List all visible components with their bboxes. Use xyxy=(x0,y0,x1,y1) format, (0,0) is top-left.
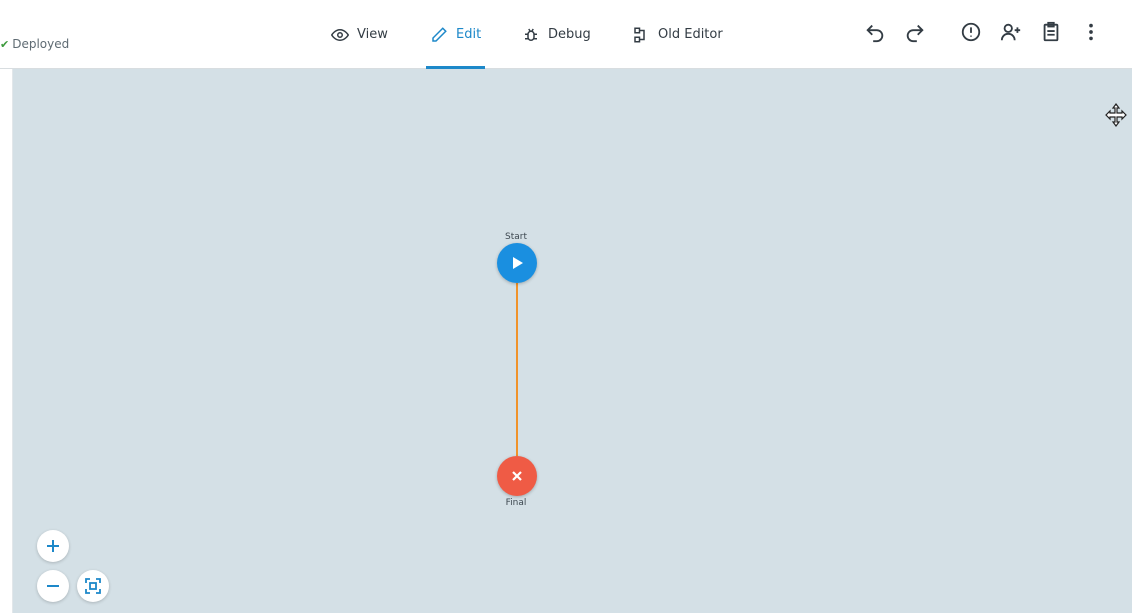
tab-view[interactable]: View xyxy=(331,0,388,69)
tab-label: Edit xyxy=(456,27,482,42)
add-user-button[interactable] xyxy=(998,19,1024,45)
final-node-label: Final xyxy=(505,498,527,508)
zoom-out-button[interactable] xyxy=(37,570,69,602)
start-node-label: Start xyxy=(505,232,527,242)
status-label: Deployed xyxy=(12,37,70,51)
clipboard-icon xyxy=(1043,21,1059,42)
add-user-icon xyxy=(1000,23,1021,41)
more-menu-button[interactable] xyxy=(1078,19,1104,45)
tab-old-editor[interactable]: Old Editor xyxy=(632,0,723,69)
clipboard-button[interactable] xyxy=(1038,19,1064,45)
flow-connector xyxy=(516,283,518,456)
minus-icon xyxy=(47,585,59,587)
final-node[interactable] xyxy=(497,456,537,496)
zoom-in-button[interactable] xyxy=(37,530,69,562)
left-panel-edge xyxy=(0,69,13,613)
play-icon xyxy=(513,257,523,269)
top-bar: ✔ Deployed View Edit Debug Old Editor xyxy=(0,0,1132,69)
start-node[interactable] xyxy=(497,243,537,283)
tab-label: Old Editor xyxy=(658,27,723,42)
undo-button[interactable] xyxy=(862,19,888,45)
fit-screen-icon xyxy=(85,578,101,594)
close-icon xyxy=(512,471,522,481)
issues-button[interactable] xyxy=(958,19,984,45)
flow-canvas[interactable]: Start Final xyxy=(13,69,1132,613)
tab-edit[interactable]: Edit xyxy=(425,0,486,69)
redo-icon xyxy=(906,24,924,43)
bug-icon xyxy=(525,28,537,41)
tab-label: View xyxy=(357,27,388,42)
fit-to-screen-button[interactable] xyxy=(77,570,109,602)
check-icon: ✔ xyxy=(0,37,10,51)
redo-button[interactable] xyxy=(902,19,928,45)
plus-icon xyxy=(47,540,59,552)
tab-label: Debug xyxy=(548,27,591,42)
old-editor-icon xyxy=(634,27,645,42)
alert-icon xyxy=(961,22,981,42)
eye-icon xyxy=(331,28,349,41)
more-vertical-icon xyxy=(1089,23,1093,41)
undo-icon xyxy=(866,24,884,43)
deployment-status: ✔ Deployed xyxy=(0,37,69,51)
tab-debug[interactable]: Debug xyxy=(522,0,591,69)
move-cursor-icon xyxy=(1105,103,1127,127)
pencil-icon xyxy=(432,26,447,42)
